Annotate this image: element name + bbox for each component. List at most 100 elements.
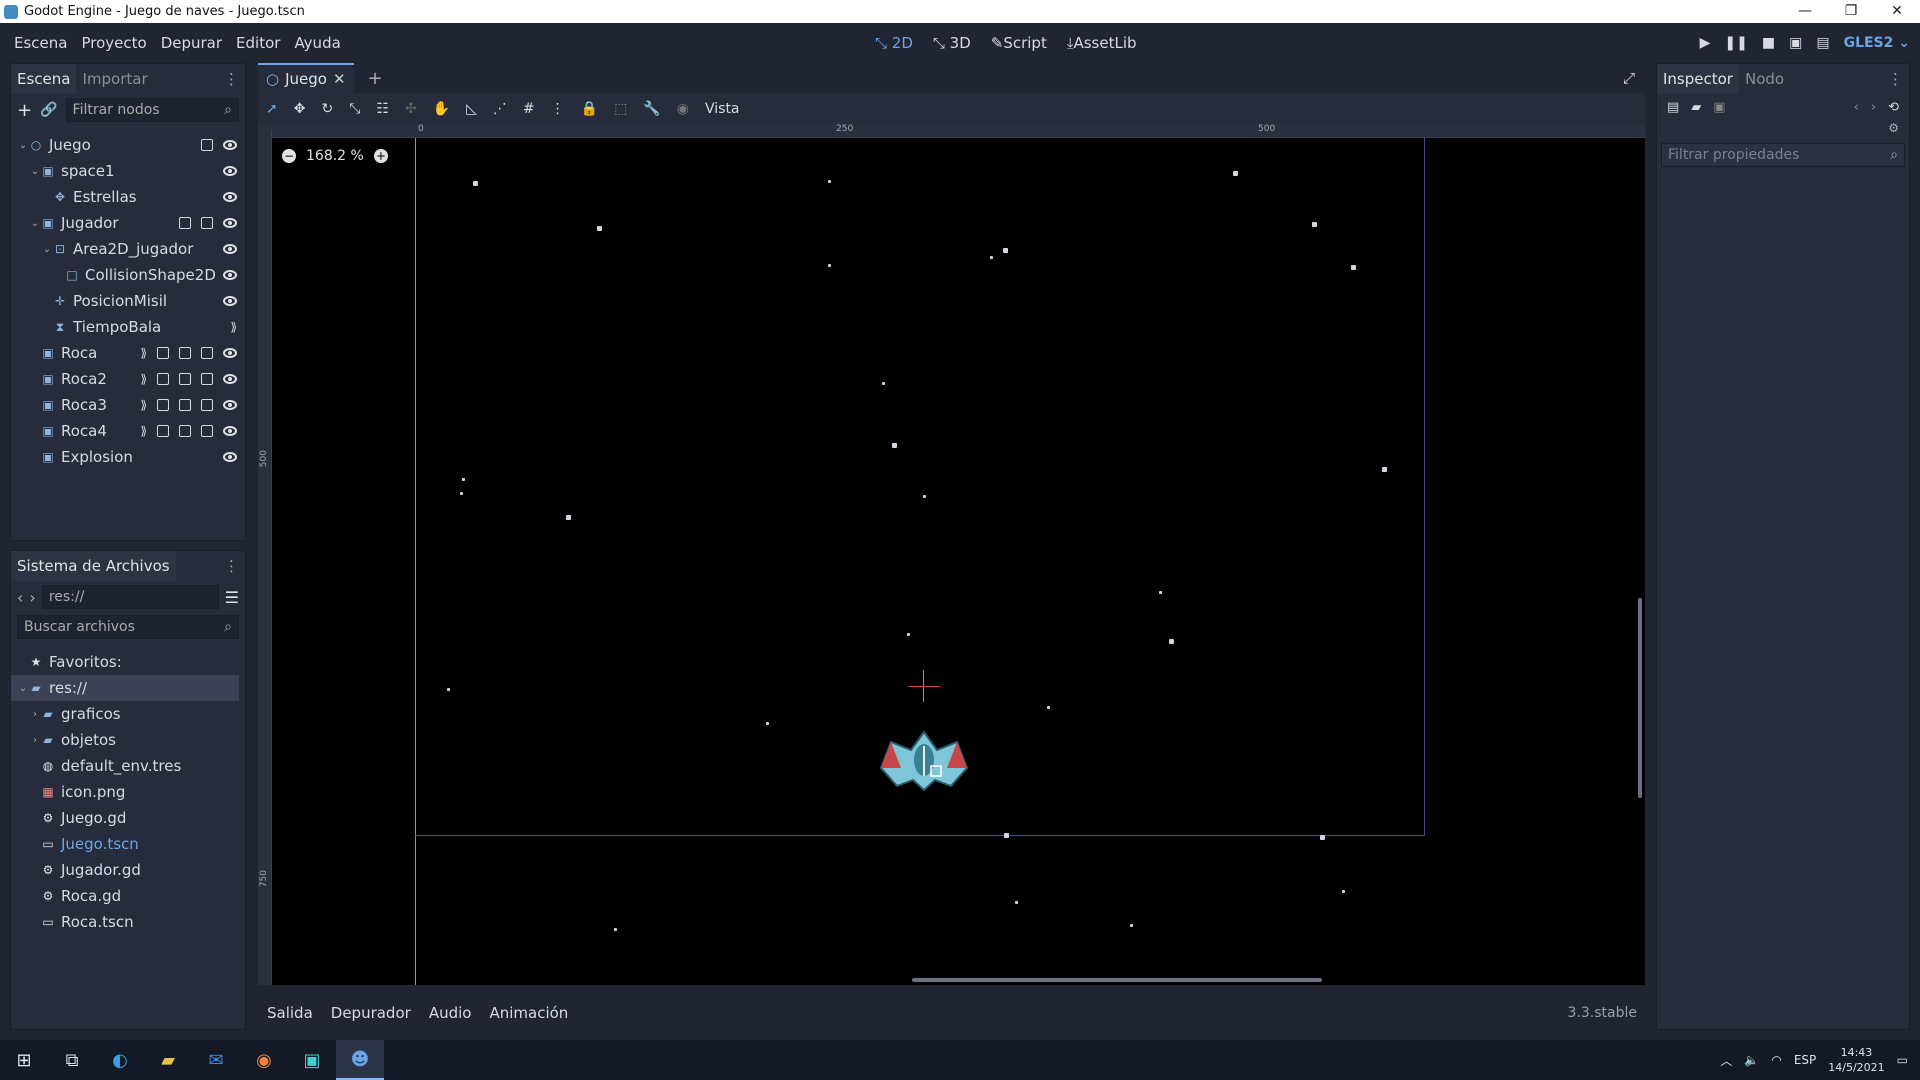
visibility-eye-icon[interactable]	[223, 192, 237, 202]
path-field[interactable]: res://	[41, 585, 219, 609]
tree-node-roca2[interactable]: ▣ Roca2 ⟫	[11, 366, 245, 392]
open-resource-icon[interactable]: ▰	[1691, 100, 1701, 115]
tab-sistema-archivos[interactable]: Sistema de Archivos	[11, 551, 176, 581]
menu-ayuda[interactable]: Ayuda	[287, 34, 347, 52]
expand-arrow-icon[interactable]: ›	[29, 735, 41, 746]
edge-browser-icon[interactable]: ◐	[96, 1040, 144, 1080]
play-scene-icon[interactable]: ▣	[1789, 35, 1802, 51]
history-back-icon[interactable]: ‹	[1854, 100, 1859, 115]
visibility-eye-icon[interactable]	[223, 166, 237, 176]
fs-file-roca-tscn[interactable]: ▭ Roca.tscn	[11, 909, 245, 935]
group-icon[interactable]	[201, 347, 213, 359]
collapse-arrow-icon[interactable]: ⌄	[29, 218, 41, 229]
signal-icon[interactable]: ⟫	[140, 346, 147, 360]
zoom-out-icon[interactable]: −	[282, 149, 296, 163]
scale-mode-icon[interactable]: ⤡	[349, 101, 360, 117]
group-icon[interactable]	[201, 217, 213, 229]
visibility-eye-icon[interactable]	[223, 374, 237, 384]
tree-node-roca4[interactable]: ▣ Roca4 ⟫	[11, 418, 245, 444]
renderer-select[interactable]: GLES2 ⌄	[1844, 35, 1910, 51]
maximize-button[interactable]: ❐	[1828, 0, 1874, 23]
tree-node-jugador[interactable]: ⌄ ▣ Jugador	[11, 210, 245, 236]
more-options-icon[interactable]: ⋮	[551, 101, 565, 117]
pan-mode-icon[interactable]: ✋	[433, 101, 450, 117]
notifications-icon[interactable]: ▭	[1897, 1053, 1908, 1067]
close-button[interactable]: ✕	[1874, 0, 1920, 23]
forward-icon[interactable]: ›	[29, 588, 35, 607]
fs-file-jugador-gd[interactable]: ⚙ Jugador.gd	[11, 857, 245, 883]
fs-file-roca-gd[interactable]: ⚙ Roca.gd	[11, 883, 245, 909]
tab-escena[interactable]: Escena	[11, 64, 77, 94]
fs-res-root[interactable]: ⌄ ▰ res://	[11, 675, 239, 701]
tree-node-space1[interactable]: ⌄ ▣ space1	[11, 158, 245, 184]
collapse-arrow-icon[interactable]: ⌄	[41, 244, 53, 255]
split-view-icon[interactable]: ☰	[225, 588, 239, 607]
collapse-arrow-icon[interactable]: ⌄	[17, 683, 29, 694]
workspace-assetlib-button[interactable]: ⤓AssetLib	[1062, 34, 1142, 52]
open-scene-icon[interactable]	[157, 373, 169, 385]
close-tab-icon[interactable]: ✕	[333, 70, 346, 88]
back-icon[interactable]: ‹	[17, 588, 23, 607]
signal-icon[interactable]: ⟫	[140, 398, 147, 412]
visibility-eye-icon[interactable]	[223, 218, 237, 228]
fs-file-juego-tscn[interactable]: ▭ Juego.tscn	[11, 831, 245, 857]
script-icon[interactable]	[179, 347, 191, 359]
menu-proyecto[interactable]: Proyecto	[74, 34, 153, 52]
menu-escena[interactable]: Escena	[7, 34, 74, 52]
tab-animacion[interactable]: Animación	[480, 1004, 577, 1022]
add-scene-tab-icon[interactable]: +	[368, 68, 383, 89]
script-icon[interactable]	[179, 217, 191, 229]
signal-icon[interactable]: ⟫	[140, 424, 147, 438]
tree-node-estrellas[interactable]: ✥ Estrellas	[11, 184, 245, 210]
input-language[interactable]: ESP	[1794, 1053, 1816, 1067]
filter-nodes-input[interactable]: Filtrar nodos ⌕	[65, 98, 239, 122]
tree-node-collisionshape2d[interactable]: □ CollisionShape2D	[11, 262, 245, 288]
volume-icon[interactable]: 🔈	[1744, 1053, 1759, 1067]
new-resource-icon[interactable]: ▤	[1667, 100, 1679, 115]
script-icon[interactable]	[179, 425, 191, 437]
script-icon[interactable]	[179, 399, 191, 411]
signal-icon[interactable]: ⟫	[140, 372, 147, 386]
tab-depurador[interactable]: Depurador	[322, 1004, 420, 1022]
tree-node-roca[interactable]: ▣ Roca ⟫	[11, 340, 245, 366]
tray-chevron-icon[interactable]: ︿	[1720, 1052, 1732, 1069]
group-icon[interactable]	[201, 399, 213, 411]
mail-icon[interactable]: ✉	[192, 1040, 240, 1080]
horizontal-scrollbar[interactable]	[912, 978, 1322, 982]
visibility-eye-icon[interactable]	[223, 270, 237, 280]
dock-menu-icon[interactable]: ⋮	[224, 70, 239, 88]
tree-node-roca3[interactable]: ▣ Roca3 ⟫	[11, 392, 245, 418]
minimize-button[interactable]: —	[1782, 0, 1828, 23]
link-instance-icon[interactable]: 🔗	[40, 102, 57, 118]
tab-inspector[interactable]: Inspector	[1657, 64, 1739, 94]
group-lock-icon[interactable]: ⬚	[614, 101, 627, 117]
bones-icon[interactable]: 🔧	[643, 101, 660, 117]
script-icon[interactable]	[201, 139, 213, 151]
task-view-icon[interactable]: ⧉	[48, 1040, 96, 1080]
fs-folder-objetos[interactable]: › ▰ objetos	[11, 727, 245, 753]
zoom-in-icon[interactable]: +	[373, 149, 388, 163]
tree-node-area2d-jugador[interactable]: ⌄ ⊡ Area2D_jugador	[11, 236, 245, 262]
fs-file-juego-gd[interactable]: ⚙ Juego.gd	[11, 805, 245, 831]
visibility-eye-icon[interactable]	[223, 348, 237, 358]
list-select-icon[interactable]: ☷	[376, 101, 389, 117]
app-icon[interactable]: ▣	[288, 1040, 336, 1080]
distraction-free-icon[interactable]: ⤢	[1623, 69, 1635, 87]
scene-tab-juego[interactable]: ○ Juego ✕	[258, 63, 354, 93]
tree-node-explosion[interactable]: ▣ Explosion	[11, 444, 245, 470]
open-scene-icon[interactable]	[157, 425, 169, 437]
tab-nodo[interactable]: Nodo	[1739, 64, 1790, 94]
player-ship-sprite[interactable]	[879, 728, 969, 792]
history-icon[interactable]: ⟲	[1888, 100, 1899, 115]
visibility-eye-icon[interactable]	[223, 400, 237, 410]
fs-folder-graficos[interactable]: › ▰ graficos	[11, 701, 245, 727]
workspace-3d-button[interactable]: ⤡ 3D	[928, 34, 976, 52]
tab-importar[interactable]: Importar	[76, 64, 153, 94]
file-explorer-icon[interactable]: ▰	[144, 1040, 192, 1080]
collapse-arrow-icon[interactable]: ⌄	[17, 140, 29, 151]
zoom-level[interactable]: 168.2 %	[306, 148, 364, 164]
lock-icon[interactable]: 🔒	[581, 101, 598, 117]
history-forward-icon[interactable]: ›	[1871, 100, 1876, 115]
play-icon[interactable]: ▶	[1700, 35, 1711, 51]
pause-icon[interactable]: ❚❚	[1724, 35, 1747, 51]
